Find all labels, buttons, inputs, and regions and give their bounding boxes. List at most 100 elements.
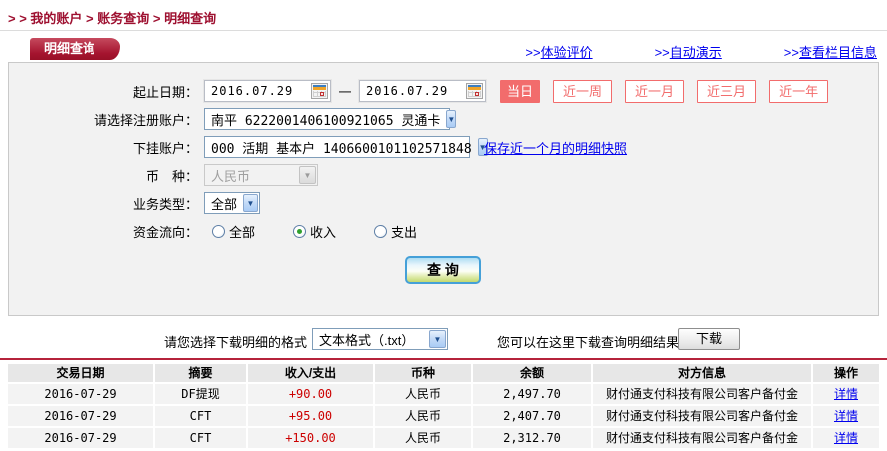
link-prefix: >> (525, 45, 541, 60)
register-account-row: 请选择注册账户： 南平 6222001406100921065 灵通卡 ▼ (9, 105, 878, 133)
table-header-row: 交易日期 摘要 收入/支出 币种 余额 对方信息 操作 (8, 364, 879, 382)
quick-range-buttons: 当日 近一周 近一月 近三月 近一年 (500, 79, 829, 103)
radio-icon (212, 224, 225, 238)
link-experience-rating[interactable]: >>体验评价 (525, 42, 592, 61)
download-format-value: 文本格式（.txt） (319, 332, 415, 348)
fund-flow-label: 资金流向： (132, 224, 198, 240)
link-view-column-info[interactable]: >>查看栏目信息 (784, 42, 877, 61)
cell-date: 2016-07-29 (8, 406, 155, 426)
link-label: 查看栏目信息 (798, 45, 877, 60)
currency-label: 币 种： (145, 168, 198, 184)
radio-fund-flow-all[interactable]: 全部 (212, 222, 255, 241)
start-date-input[interactable]: 2016.07.29 (203, 79, 332, 103)
detail-query-page: > > 我的账户 > 账务查询 > 明细查询 明细查询 >>体验评价 >>自动演… (0, 0, 887, 451)
register-account-value: 南平 6222001406100921065 灵通卡 (211, 113, 441, 129)
start-date-value: 2016.07.29 (211, 84, 294, 98)
range-button-today[interactable]: 当日 (500, 79, 541, 103)
detail-link[interactable]: 详情 (834, 409, 858, 423)
chevron-down-icon: ▼ (243, 194, 258, 212)
results-table: 交易日期 摘要 收入/支出 币种 余额 对方信息 操作 2016-07-29 D… (0, 358, 887, 448)
cell-amount: +150.00 (248, 428, 375, 448)
currency-row: 币 种： 人民币 ▼ (9, 161, 878, 189)
radio-fund-flow-income[interactable]: 收入 (293, 222, 336, 241)
breadcrumb-item-my-account[interactable]: 我的账户 (30, 11, 82, 26)
download-button[interactable]: 下载 (678, 328, 740, 350)
sub-account-label: 下挂账户： (132, 140, 198, 156)
link-label: 自动演示 (669, 45, 722, 60)
breadcrumb-item-detail-query[interactable]: 明细查询 (164, 11, 216, 26)
cell-date: 2016-07-29 (8, 384, 155, 404)
detail-link[interactable]: 详情 (834, 387, 858, 401)
breadcrumb-separator: > (149, 11, 165, 26)
table-row: 2016-07-29 DF提现 +90.00 人民币 2,497.70 财付通支… (8, 384, 879, 404)
register-account-label: 请选择注册账户： (93, 112, 198, 128)
cell-counterparty: 财付通支付科技有限公司客户备付金 (593, 428, 813, 448)
link-auto-demo[interactable]: >>自动演示 (655, 42, 722, 61)
link-prefix: >> (783, 45, 799, 60)
cell-currency: 人民币 (375, 406, 473, 426)
query-button[interactable]: 查 询 (405, 256, 481, 284)
calendar-icon[interactable] (466, 83, 483, 99)
cell-summary: DF提现 (155, 384, 248, 404)
link-label: 体验评价 (540, 45, 593, 60)
business-type-value: 全部 (211, 196, 238, 212)
cell-summary: CFT (155, 428, 248, 448)
header-divider (0, 30, 887, 31)
sub-account-select[interactable]: 000 活期 基本户 1406600101102571848 ▼ (204, 136, 488, 158)
sub-account-value: 000 活期 基本户 1406600101102571848 (211, 141, 472, 157)
col-header-income-expense: 收入/支出 (248, 364, 375, 382)
download-format-label: 请您选择下载明细的格式 (163, 335, 307, 350)
chevron-down-icon: ▼ (429, 330, 446, 348)
table-row: 2016-07-29 CFT +95.00 人民币 2,407.70 财付通支付… (8, 406, 879, 426)
chevron-down-icon: ▼ (446, 110, 457, 128)
radio-label: 支出 (391, 224, 418, 240)
detail-link[interactable]: 详情 (834, 431, 858, 445)
business-type-label: 业务类型： (132, 196, 198, 212)
range-button-last-month[interactable]: 近一月 (625, 79, 685, 103)
business-type-select[interactable]: 全部 ▼ (204, 192, 260, 214)
cell-currency: 人民币 (375, 384, 473, 404)
col-header-balance: 余额 (473, 364, 593, 382)
range-button-last-3-months[interactable]: 近三月 (697, 79, 757, 103)
col-header-currency: 币种 (375, 364, 473, 382)
date-range-separator: — (339, 84, 351, 98)
cell-currency: 人民币 (375, 428, 473, 448)
cell-summary: CFT (155, 406, 248, 426)
radio-icon (374, 224, 388, 238)
col-header-counterparty: 对方信息 (593, 364, 813, 382)
cell-balance: 2,407.70 (473, 406, 593, 426)
range-button-last-week[interactable]: 近一周 (553, 79, 613, 103)
end-date-value: 2016.07.29 (366, 84, 449, 98)
date-range-row: 起止日期： 2016.07.29 — 2016.07.29 当日 近一周 近一月… (9, 77, 878, 105)
end-date-input[interactable]: 2016.07.29 (358, 79, 487, 103)
cell-counterparty: 财付通支付科技有限公司客户备付金 (593, 384, 813, 404)
radio-label: 全部 (229, 224, 256, 240)
breadcrumb-item-account-query[interactable]: 账务查询 (97, 11, 149, 26)
cell-amount: +90.00 (248, 384, 375, 404)
col-header-action: 操作 (833, 366, 858, 380)
breadcrumb-separator: > (82, 11, 98, 26)
business-type-row: 业务类型： 全部 ▼ (9, 189, 878, 217)
radio-fund-flow-expense[interactable]: 支出 (374, 222, 417, 241)
breadcrumb-prefix: > > (8, 11, 31, 26)
range-button-last-year[interactable]: 近一年 (769, 79, 829, 103)
cell-balance: 2,497.70 (473, 384, 593, 404)
save-snapshot-link[interactable]: 保存近一个月的明细快照 (484, 138, 627, 157)
radio-label: 收入 (310, 224, 337, 240)
col-header-summary: 摘要 (155, 364, 248, 382)
date-range-label: 起止日期： (132, 84, 198, 100)
calendar-icon[interactable] (311, 83, 328, 99)
download-format-select[interactable]: 文本格式（.txt） ▼ (312, 328, 448, 350)
col-header-date: 交易日期 (8, 364, 155, 382)
cell-date: 2016-07-29 (8, 428, 155, 448)
fund-flow-row: 资金流向： 全部 收入 支出 (9, 217, 878, 245)
chevron-down-icon: ▼ (299, 166, 316, 184)
cell-counterparty: 财付通支付科技有限公司客户备付金 (593, 406, 813, 426)
currency-value: 人民币 (211, 168, 251, 184)
query-form-panel: 起止日期： 2016.07.29 — 2016.07.29 当日 近一周 近一月… (8, 62, 879, 316)
download-hint: 您可以在这里下载查询明细结果 (497, 335, 680, 350)
tab-detail-query[interactable]: 明细查询 (30, 38, 121, 60)
cell-balance: 2,312.70 (473, 428, 593, 448)
currency-select: 人民币 ▼ (204, 164, 318, 186)
register-account-select[interactable]: 南平 6222001406100921065 灵通卡 ▼ (204, 108, 457, 130)
